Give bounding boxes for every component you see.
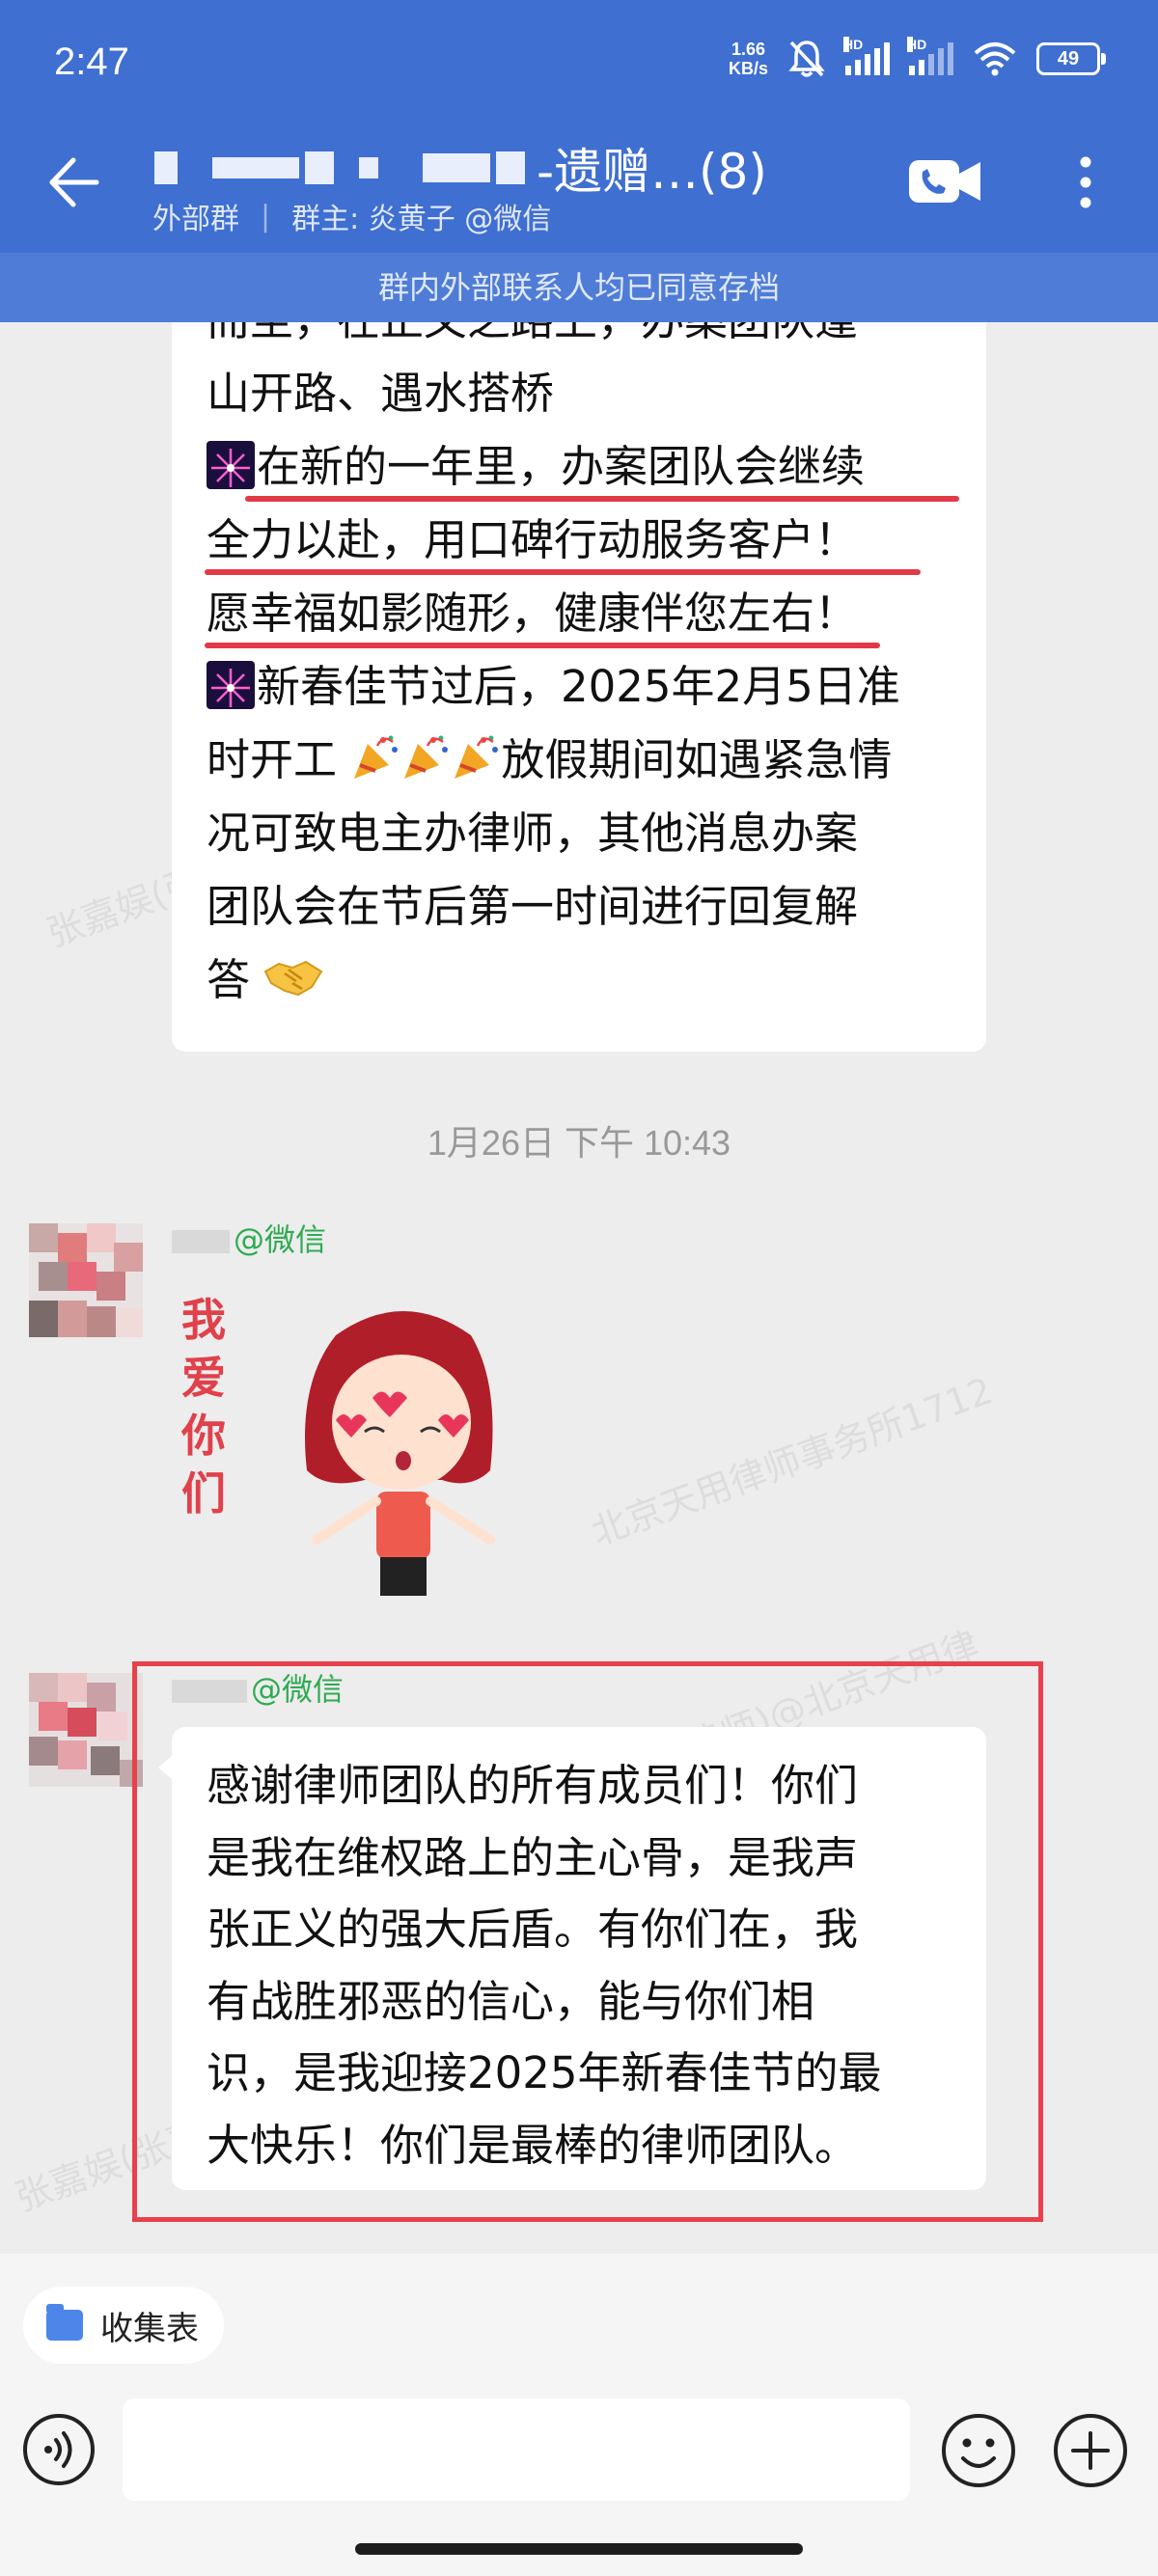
sender-tag: @微信 bbox=[234, 1221, 327, 1258]
signal-1-icon: HD bbox=[843, 37, 890, 75]
chat-header: -遗赠…(8) 外部群 | 群主: 炎黄子 @微信 bbox=[0, 135, 1158, 253]
subtitle-divider: | bbox=[261, 199, 271, 233]
video-call-icon[interactable] bbox=[907, 152, 984, 210]
quick-chip-label: 收集表 bbox=[100, 2309, 199, 2348]
message-input[interactable] bbox=[123, 2398, 910, 2501]
external-group-tag: 外部群 bbox=[152, 203, 239, 236]
blurred-name bbox=[423, 153, 490, 182]
message-line-text: 全力以赴，用口碑行动服务客户！ bbox=[207, 514, 859, 565]
watermark: 北京天用律师事务所1712 bbox=[585, 1369, 999, 1554]
red-underline bbox=[205, 643, 880, 648]
handshake-emoji-icon bbox=[263, 949, 323, 997]
add-icon[interactable] bbox=[1052, 2412, 1129, 2489]
message-line: 时开工 放假期间如遇紧急情 bbox=[207, 724, 969, 797]
red-underline bbox=[245, 496, 959, 502]
archive-notice: 群内外部联系人均已同意存档 bbox=[0, 253, 1158, 322]
message-line-text: 时开工 bbox=[207, 734, 338, 785]
mute-bell-icon bbox=[788, 41, 825, 77]
message-line: 团队会在节后第一时间进行回复解 bbox=[207, 870, 969, 944]
quick-chip-collect-form[interactable]: 收集表 bbox=[23, 2287, 224, 2364]
blurred-name bbox=[305, 151, 334, 184]
wifi-icon bbox=[974, 42, 1016, 76]
message-line: 而至，在正义之路上，办案团队逢 bbox=[207, 322, 969, 357]
blurred-name bbox=[212, 157, 299, 178]
more-icon[interactable] bbox=[1071, 149, 1100, 216]
message-line: 在新的一年里，办案团队会继续 bbox=[207, 430, 969, 504]
fireworks-emoji-icon bbox=[207, 661, 255, 709]
back-arrow-icon[interactable] bbox=[39, 149, 106, 216]
message-line-text: 山开路、遇水搭桥 bbox=[207, 368, 555, 419]
avatar[interactable] bbox=[29, 1223, 143, 1337]
message-line-text: 况可致电主办律师，其他消息办案 bbox=[207, 808, 859, 859]
message-line: 答 bbox=[207, 944, 969, 1017]
red-highlight-box bbox=[132, 1661, 1043, 2222]
signal-2-hd-label: HD bbox=[907, 37, 927, 52]
status-bar: 2:47 1.66 KB/s HD HD 49 bbox=[0, 0, 1158, 135]
sticker-char: 爱 bbox=[181, 1352, 226, 1404]
sticker-char: 们 bbox=[181, 1467, 226, 1520]
network-speed-value: 1.66 bbox=[731, 40, 766, 59]
party-popper-emoji-icon bbox=[400, 729, 451, 779]
message-line-text: 答 bbox=[207, 954, 251, 1005]
message-bubble[interactable]: 而至，在正义之路上，办案团队逢 山开路、遇水搭桥 在新的一年里，办案团队会继续 … bbox=[172, 322, 986, 1052]
composer-bar: 收集表 bbox=[0, 2254, 1158, 2576]
message-text: 而至，在正义之路上，办案团队逢 山开路、遇水搭桥 在新的一年里，办案团队会继续 … bbox=[205, 322, 969, 1017]
red-underline bbox=[205, 569, 921, 575]
status-time: 2:47 bbox=[54, 41, 129, 83]
chat-title-suffix: -遗赠…(8) bbox=[537, 144, 767, 200]
message-line-text: 愿幸福如影随形，健康伴您左右！ bbox=[207, 588, 859, 639]
message-line-text: 在新的一年里，办案团队会继续 bbox=[257, 441, 866, 492]
group-owner: 群主: 炎黄子 @微信 bbox=[291, 203, 552, 236]
battery-icon: 49 bbox=[1036, 42, 1106, 75]
sticker-char: 我 bbox=[181, 1294, 226, 1346]
home-indicator[interactable] bbox=[355, 2543, 803, 2555]
folder-icon bbox=[46, 2304, 83, 2341]
message-line: 山开路、遇水搭桥 bbox=[207, 357, 969, 430]
message-line: 全力以赴，用口碑行动服务客户！ bbox=[205, 504, 969, 577]
sticker-love-you[interactable]: 我 爱 你 们 bbox=[172, 1277, 529, 1605]
message-timestamp: 1月26日 下午 10:43 bbox=[427, 1123, 731, 1163]
blurred-sender bbox=[172, 1230, 230, 1253]
message-line-text: 新春佳节过后，2025年2月5日准 bbox=[257, 661, 900, 712]
network-speed-unit: KB/s bbox=[728, 59, 768, 78]
blurred-name bbox=[359, 157, 378, 178]
sender-name: @微信 bbox=[172, 1216, 326, 1260]
party-popper-emoji-icon bbox=[350, 729, 400, 779]
blurred-name bbox=[154, 151, 178, 184]
signal-1-hd-label: HD bbox=[843, 37, 864, 52]
sticker-char: 你 bbox=[180, 1410, 226, 1462]
message-line-text: 团队会在节后第一时间进行回复解 bbox=[207, 881, 859, 932]
message-line: 况可致电主办律师，其他消息办案 bbox=[207, 797, 969, 870]
blurred-name bbox=[496, 151, 525, 184]
avatar[interactable] bbox=[29, 1673, 143, 1787]
voice-input-icon[interactable] bbox=[21, 2412, 96, 2487]
signal-2-icon: HD bbox=[907, 37, 953, 75]
message-list[interactable]: 张嘉娱(张嘉娱 | 合伙人律师)@北京天用律师事务所1712 北京天用律师事务所… bbox=[0, 322, 1158, 2254]
emoji-icon[interactable] bbox=[940, 2412, 1017, 2489]
fireworks-emoji-icon bbox=[207, 441, 255, 489]
chat-subtitle: 外部群 | 群主: 炎黄子 @微信 bbox=[152, 195, 551, 237]
message-line: 愿幸福如影随形，健康伴您左右！ bbox=[205, 577, 969, 650]
message-line-text: 而至，在正义之路上，办案团队逢 bbox=[207, 322, 858, 345]
network-speed: 1.66 KB/s bbox=[729, 40, 768, 78]
chat-title[interactable]: -遗赠…(8) bbox=[154, 139, 767, 200]
message-line: 新春佳节过后，2025年2月5日准 bbox=[207, 650, 969, 724]
party-popper-emoji-icon bbox=[451, 729, 501, 779]
message-line-text: 放假期间如遇紧急情 bbox=[501, 734, 893, 785]
status-icons: 1.66 KB/s HD HD 49 bbox=[729, 37, 1106, 79]
